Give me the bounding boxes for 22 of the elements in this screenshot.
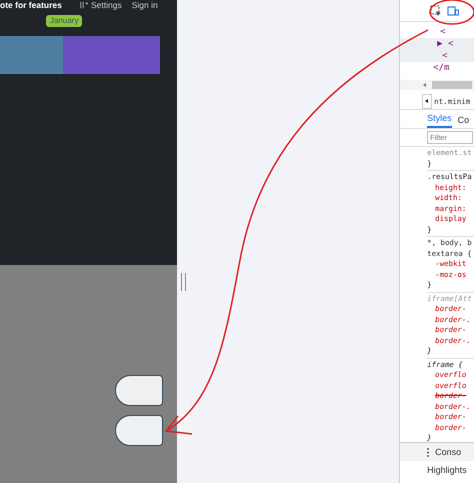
dom-node[interactable]: <: [400, 50, 474, 62]
sign-in-link[interactable]: Sign in: [132, 0, 158, 10]
inspect-icon[interactable]: [430, 5, 442, 17]
dom-node[interactable]: <: [400, 26, 474, 38]
caret-left-icon: [424, 98, 430, 104]
drawer-tab[interactable]: Conso: [435, 447, 462, 457]
settings-link[interactable]: Settings: [91, 0, 122, 10]
panel-tab[interactable]: Co: [458, 115, 470, 128]
month-badge: January: [46, 15, 82, 27]
panel-tab[interactable]: Styles: [427, 113, 452, 128]
scrollbar-thumb[interactable]: [432, 81, 472, 89]
dom-node[interactable]: ▶ <: [400, 38, 474, 50]
more-icon[interactable]: [427, 448, 430, 456]
resize-handle[interactable]: [180, 273, 186, 291]
device-toolbar-icon[interactable]: [447, 5, 460, 17]
dom-node[interactable]: </m: [400, 62, 474, 74]
drawer-tab[interactable]: Highlights: [427, 465, 467, 478]
side-tab[interactable]: [115, 415, 163, 446]
page-title: ote for features: [0, 0, 63, 10]
side-tab[interactable]: [115, 375, 163, 406]
scroll-left-button[interactable]: [422, 94, 432, 108]
scroll-left-arrow-icon[interactable]: [422, 82, 428, 88]
